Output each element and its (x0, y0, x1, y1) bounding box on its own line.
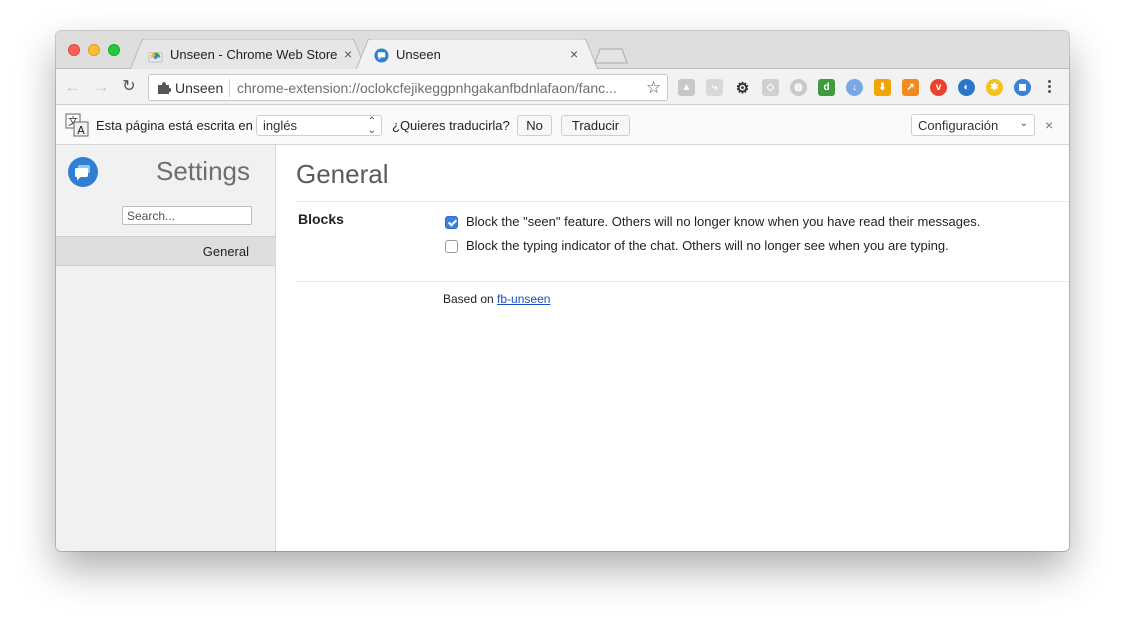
omnibox-divider (229, 79, 230, 97)
translate-config-select[interactable]: Configuración ⌄ (911, 114, 1035, 136)
no-translate-button[interactable]: No (517, 115, 552, 136)
credits-prefix: Based on (443, 292, 498, 306)
divider (296, 281, 1069, 282)
sidebar-title: Settings (156, 156, 250, 186)
address-bar[interactable]: Unseen chrome-extension://oclokcfejikegg… (148, 74, 668, 101)
chrome-menu-icon[interactable] (1045, 78, 1053, 96)
language-select[interactable]: inglés ⌃ ⌄ (256, 115, 382, 136)
download-circle-icon[interactable]: ↓ (846, 79, 863, 96)
share-icon[interactable]: ⤷ (706, 79, 723, 96)
settings-sidebar: Settings General (56, 145, 276, 551)
translate-question-text: ¿Quieres traducirla? (392, 118, 510, 133)
maximize-window-button[interactable] (108, 44, 120, 56)
tab-title: Unseen (396, 47, 441, 62)
settings-main: General Blocks Block the "seen" feature.… (277, 145, 1069, 551)
moon-icon[interactable]: ◐ (958, 79, 975, 96)
close-tab-icon[interactable]: × (570, 46, 578, 62)
sidebar-item-general[interactable]: General (56, 236, 275, 266)
block-typing-checkbox[interactable] (445, 240, 458, 253)
tab-background (356, 39, 598, 70)
close-infobar-icon[interactable]: × (1045, 117, 1053, 133)
section-label-blocks: Blocks (298, 211, 344, 227)
forward-arrow-icon[interactable]: → (92, 78, 110, 96)
drive-icon[interactable]: ▲ (678, 79, 695, 96)
fb-unseen-link[interactable]: fb-unseen (497, 292, 550, 306)
close-tab-icon[interactable]: × (344, 46, 352, 62)
updown-chevron-icon: ⌃ ⌄ (367, 116, 376, 136)
puzzle-piece-icon (158, 82, 171, 94)
close-window-button[interactable] (68, 44, 80, 56)
minimize-window-button[interactable] (88, 44, 100, 56)
unseen-chat-icon (374, 48, 389, 63)
download-arrow-icon[interactable]: ⬇ (874, 79, 891, 96)
bookmark-star-icon[interactable]: ☆ (646, 78, 661, 98)
chevron-down-icon: ⌄ (1019, 118, 1028, 129)
new-tab-button[interactable] (594, 48, 628, 64)
tab-chrome-web-store[interactable]: Unseen - Chrome Web Store × (130, 39, 366, 70)
reload-icon[interactable]: ↻ (120, 78, 138, 96)
unseen-extension-icon[interactable]: ◼ (1014, 79, 1031, 96)
walker-icon[interactable]: ✱ (986, 79, 1003, 96)
credits-text: Based on fb-unseen (443, 292, 550, 306)
translate-intro-text: Esta página está escrita en (96, 118, 253, 133)
tab-strip: Unseen - Chrome Web Store × Unseen × (56, 31, 1069, 70)
translate-config-label: Configuración (918, 118, 999, 133)
tag-icon[interactable]: ◇ (762, 79, 779, 96)
chart-icon[interactable]: ↗ (902, 79, 919, 96)
chrome-web-store-icon (148, 52, 163, 63)
back-arrow-icon[interactable]: ← (64, 78, 82, 96)
block-seen-checkbox[interactable] (445, 216, 458, 229)
vivaldi-icon[interactable]: v (930, 79, 947, 96)
browser-toolbar: ← → ↻ Unseen chrome-extension://oclokcfe… (56, 69, 1069, 105)
divider (296, 201, 1069, 202)
page-title: General (296, 159, 389, 189)
tab-unseen[interactable]: Unseen × (356, 39, 598, 70)
language-select-value: inglés (263, 118, 297, 133)
extension-chip-label: Unseen (175, 80, 224, 96)
translate-icon: 文 A (65, 113, 89, 137)
block-typing-label: Block the typing indicator of the chat. … (466, 238, 949, 253)
gear-icon[interactable]: ⚙ (734, 79, 751, 97)
tab-title: Unseen - Chrome Web Store (170, 47, 338, 62)
d-icon[interactable]: d (818, 79, 835, 96)
block-seen-label: Block the "seen" feature. Others will no… (466, 214, 981, 229)
svg-text:A: A (77, 124, 85, 137)
sidebar-item-label: General (202, 244, 249, 259)
url-text[interactable]: chrome-extension://oclokcfejikeggpnhgaka… (237, 80, 617, 96)
unseen-logo-icon (68, 157, 98, 187)
translate-button[interactable]: Traducir (561, 115, 630, 136)
settings-search-input[interactable] (122, 206, 252, 225)
translate-infobar: 文 A Esta página está escrita en inglés ⌃… (56, 105, 1069, 145)
globe-icon[interactable]: ◍ (790, 79, 807, 96)
browser-window: Unseen - Chrome Web Store × Unseen × ← →… (56, 31, 1069, 551)
